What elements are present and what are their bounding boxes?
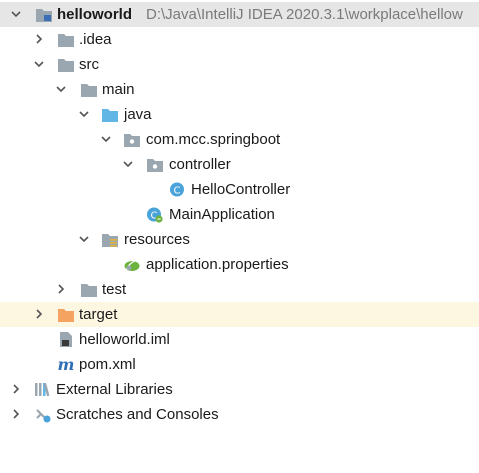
- tree-row-src[interactable]: src: [0, 52, 479, 77]
- tree-label-target: target: [79, 306, 118, 323]
- tree-row-test[interactable]: test: [0, 277, 479, 302]
- tree-label-resources: resources: [124, 231, 190, 248]
- resources-folder-icon: [102, 234, 118, 247]
- tree-label-scratches: Scratches and Consoles: [56, 406, 219, 423]
- libraries-icon: [35, 383, 50, 397]
- chevron-down-icon[interactable]: [78, 233, 90, 245]
- tree-row-idea[interactable]: .idea: [0, 27, 479, 52]
- package-icon: [124, 134, 140, 147]
- tree-label-idea: .idea: [79, 31, 112, 48]
- folder-icon: [58, 59, 74, 72]
- folder-icon: [81, 84, 97, 97]
- chevron-down-icon[interactable]: [100, 133, 112, 145]
- excluded-folder-icon: [58, 309, 74, 322]
- spring-properties-icon: [124, 258, 140, 271]
- tree-label-controller: controller: [169, 156, 231, 173]
- chevron-right-icon[interactable]: [33, 33, 45, 45]
- tree-label-iml: helloworld.iml: [79, 331, 170, 348]
- chevron-right-icon[interactable]: [10, 383, 22, 395]
- svg-text:C: C: [174, 186, 181, 197]
- tree-label-pom: pom.xml: [79, 356, 136, 373]
- chevron-right-icon[interactable]: [33, 308, 45, 320]
- chevron-down-icon[interactable]: [122, 158, 134, 170]
- tree-label-src: src: [79, 56, 99, 73]
- module-folder-icon: [36, 9, 52, 22]
- project-tree: helloworld D:\Java\IntelliJ IDEA 2020.3.…: [0, 0, 479, 473]
- chevron-right-icon[interactable]: [55, 283, 67, 295]
- chevron-right-icon[interactable]: [10, 408, 22, 420]
- tree-row-controller[interactable]: controller: [0, 152, 479, 177]
- folder-icon: [81, 284, 97, 297]
- tree-row-external-libraries[interactable]: External Libraries: [0, 377, 479, 402]
- chevron-down-icon[interactable]: [55, 83, 67, 95]
- chevron-down-icon[interactable]: [78, 108, 90, 120]
- tree-row-java[interactable]: java: [0, 102, 479, 127]
- tree-row-package[interactable]: com.mcc.springboot: [0, 127, 479, 152]
- tree-label-external-libraries: External Libraries: [56, 381, 173, 398]
- tree-row-target[interactable]: target: [0, 302, 479, 327]
- source-folder-icon: [102, 109, 118, 122]
- spring-boot-class-icon: C: [147, 207, 163, 223]
- tree-label-main: main: [102, 81, 135, 98]
- tree-row-pom[interactable]: m pom.xml: [0, 352, 479, 377]
- tree-label-mainapplication: MainApplication: [169, 206, 275, 223]
- tree-row-application-properties[interactable]: application.properties: [0, 252, 479, 277]
- folder-icon: [58, 34, 74, 47]
- tree-label-hellocontroller: HelloController: [191, 181, 291, 198]
- package-icon: [147, 159, 163, 172]
- tree-row-mainapplication[interactable]: C MainApplication: [0, 202, 479, 227]
- project-name: helloworld: [57, 6, 132, 23]
- tree-label-java: java: [124, 106, 152, 123]
- iml-file-icon: [60, 332, 72, 347]
- maven-icon: m: [58, 356, 75, 373]
- tree-label-package: com.mcc.springboot: [146, 131, 281, 148]
- project-path: D:\Java\IntelliJ IDEA 2020.3.1\workplace…: [146, 6, 463, 23]
- tree-row-main[interactable]: main: [0, 77, 479, 102]
- tree-row-scratches[interactable]: Scratches and Consoles: [0, 402, 479, 427]
- chevron-down-icon[interactable]: [10, 8, 22, 20]
- scratches-icon: [36, 409, 51, 423]
- java-class-icon: C: [170, 182, 184, 197]
- tree-row-resources[interactable]: resources: [0, 227, 479, 252]
- chevron-down-icon[interactable]: [33, 58, 45, 70]
- svg-text:m: m: [58, 356, 75, 373]
- tree-label-application-properties: application.properties: [146, 256, 289, 273]
- tree-label-test: test: [102, 281, 127, 298]
- tree-row-iml[interactable]: helloworld.iml: [0, 327, 479, 352]
- tree-row-hellocontroller[interactable]: C HelloController: [0, 177, 479, 202]
- tree-row-helloworld[interactable]: helloworld D:\Java\IntelliJ IDEA 2020.3.…: [0, 2, 479, 27]
